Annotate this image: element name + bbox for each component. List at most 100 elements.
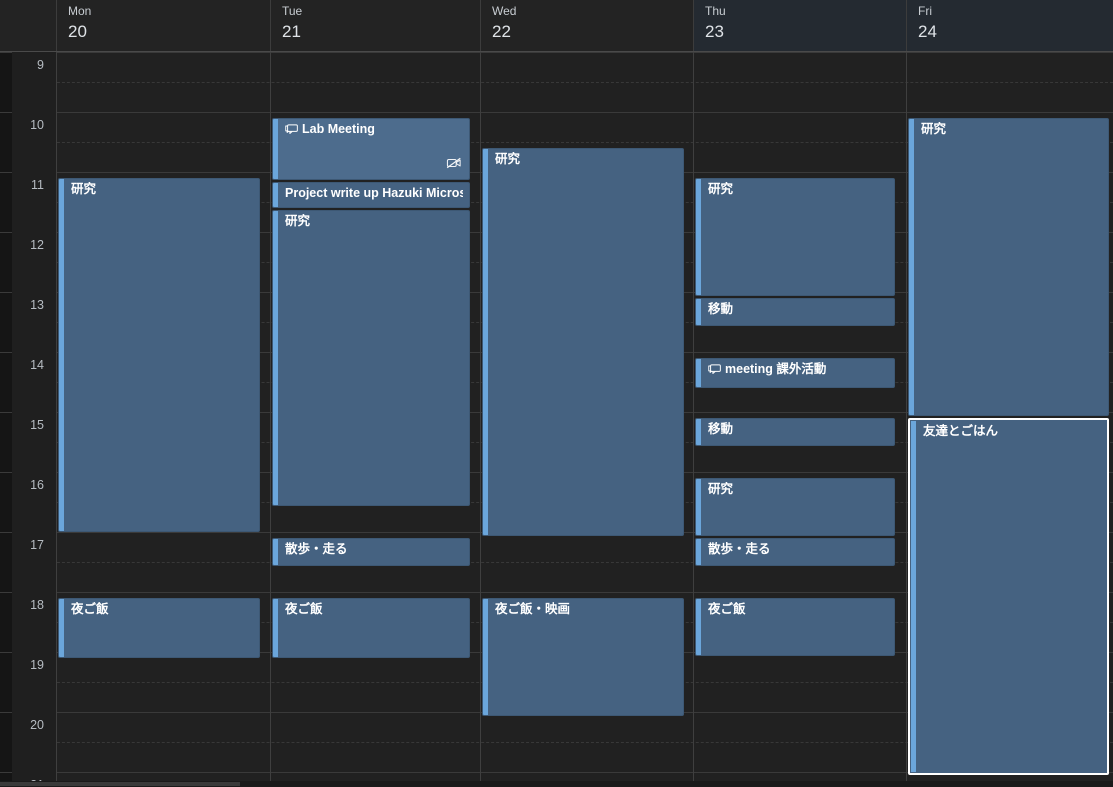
hour-label-16: 16 — [30, 478, 44, 492]
day-header-wed[interactable]: Wed 22 — [480, 0, 693, 52]
calendar-event[interactable]: 研究 — [272, 210, 470, 506]
event-title-text: 散歩・走る — [708, 542, 771, 556]
hour-label-18: 18 — [30, 598, 44, 612]
event-title: 移動 — [708, 422, 888, 437]
meeting-icon — [285, 124, 298, 139]
event-accent-bar — [696, 539, 701, 565]
event-title-text: 研究 — [708, 482, 734, 496]
event-accent-bar — [696, 359, 701, 387]
half-hour-gridline — [12, 82, 1113, 83]
event-title-text: 移動 — [708, 422, 734, 436]
day-number-label: 23 — [705, 22, 724, 41]
event-title-text: 移動 — [708, 302, 734, 316]
hour-label-17: 17 — [30, 538, 44, 552]
calendar-event[interactable]: 研究 — [58, 178, 260, 532]
hour-label-15: 15 — [30, 418, 44, 432]
calendar-event[interactable]: 夜ご飯・映画 — [482, 598, 684, 716]
event-accent-bar — [273, 183, 278, 207]
hour-label-11: 11 — [31, 178, 44, 192]
day-of-week-label: Wed — [492, 4, 517, 18]
event-accent-bar — [273, 211, 278, 505]
event-title: 友達とごはん — [923, 424, 1101, 439]
day-of-week-label: Mon — [68, 4, 92, 18]
event-title-text: 夜ご飯 — [708, 602, 746, 616]
event-accent-bar — [696, 599, 701, 655]
event-accent-bar — [59, 179, 64, 531]
calendar-event[interactable]: 研究 — [482, 148, 684, 536]
event-accent-bar — [273, 599, 278, 657]
day-header-tue[interactable]: Tue 21 — [270, 0, 480, 52]
event-accent-bar — [909, 119, 914, 415]
calendar-event[interactable]: 研究 — [695, 178, 895, 296]
time-grid: 9101112131415161718192021 研究夜ご飯Lab Meeti… — [0, 52, 1113, 787]
calendar-event[interactable]: Project write up Hazuki Microsoft — [272, 182, 470, 208]
column-separator-3 — [693, 52, 694, 787]
hour-label-13: 13 — [30, 298, 44, 312]
day-of-week-label: Fri — [918, 4, 932, 18]
horizontal-scrollbar-thumb[interactable] — [0, 782, 240, 786]
calendar-event[interactable]: meeting 課外活動 — [695, 358, 895, 388]
calendar-event[interactable]: 移動 — [695, 298, 895, 326]
day-number-label: 21 — [282, 22, 301, 41]
event-accent-bar — [696, 419, 701, 445]
calendar-event[interactable]: 夜ご飯 — [272, 598, 470, 658]
event-title-text: 夜ご飯 — [285, 602, 323, 616]
event-accent-bar — [59, 599, 64, 657]
event-title: 研究 — [495, 152, 677, 167]
event-title-text: Lab Meeting — [302, 122, 375, 136]
event-accent-bar — [273, 119, 278, 179]
column-separator-1 — [270, 52, 271, 787]
hour-label-12: 12 — [30, 238, 44, 252]
calendar-event[interactable]: 研究 — [695, 478, 895, 536]
hour-label-9: 9 — [37, 58, 44, 72]
event-accent-bar — [483, 149, 488, 535]
event-title: 散歩・走る — [708, 542, 888, 557]
event-title-text: 夜ご飯 — [71, 602, 109, 616]
meeting-icon — [708, 364, 721, 379]
calendar-event[interactable]: 夜ご飯 — [58, 598, 260, 658]
event-title-text: 研究 — [921, 122, 947, 136]
event-accent-bar — [696, 299, 701, 325]
day-header-mon[interactable]: Mon 20 — [56, 0, 270, 52]
calendar-event[interactable]: 散歩・走る — [272, 538, 470, 566]
event-title: 研究 — [285, 214, 463, 229]
day-header-fri[interactable]: Fri 24 — [906, 0, 1113, 52]
event-accent-bar — [911, 421, 916, 772]
event-title: Lab Meeting — [285, 122, 463, 139]
day-header-row: Mon 20 Tue 21 Wed 22 Thu 23 Fri 24 — [0, 0, 1113, 52]
hour-label-14: 14 — [30, 358, 44, 372]
week-calendar-view: Mon 20 Tue 21 Wed 22 Thu 23 Fri 24 9 10 11 12 13 14 15 1… — [0, 0, 1113, 787]
event-accent-bar — [273, 539, 278, 565]
day-of-week-label: Thu — [705, 4, 726, 18]
column-separator-4 — [906, 52, 907, 787]
column-separator-2 — [480, 52, 481, 787]
event-accent-bar — [696, 179, 701, 295]
horizontal-scrollbar[interactable] — [0, 781, 1113, 787]
event-title: 散歩・走る — [285, 542, 463, 557]
event-title: 研究 — [71, 182, 253, 197]
day-header-thu[interactable]: Thu 23 — [693, 0, 906, 52]
event-accent-bar — [696, 479, 701, 535]
day-number-label: 22 — [492, 22, 511, 41]
event-title: Project write up Hazuki Microsoft — [285, 186, 463, 201]
calendar-event[interactable]: 研究 — [908, 118, 1109, 416]
event-accent-bar — [483, 599, 488, 715]
calendar-event[interactable]: 移動 — [695, 418, 895, 446]
event-title-text: 研究 — [71, 182, 97, 196]
calendar-event[interactable]: Lab Meeting — [272, 118, 470, 180]
event-title-text: 友達とごはん — [923, 424, 999, 438]
event-title: 夜ご飯 — [708, 602, 888, 617]
event-title-text: 研究 — [285, 214, 311, 228]
day-number-label: 24 — [918, 22, 937, 41]
event-title: 夜ご飯 — [71, 602, 253, 617]
event-title: 夜ご飯 — [285, 602, 463, 617]
calendar-event[interactable]: 散歩・走る — [695, 538, 895, 566]
day-number-label: 20 — [68, 22, 87, 41]
header-time-gutter — [0, 0, 56, 52]
event-title: meeting 課外活動 — [708, 362, 888, 379]
hour-label-20: 20 — [30, 718, 44, 732]
event-title: 研究 — [921, 122, 1102, 137]
column-separator-0 — [56, 52, 57, 787]
calendar-event[interactable]: 夜ご飯 — [695, 598, 895, 656]
calendar-event[interactable]: 友達とごはん — [908, 418, 1109, 775]
